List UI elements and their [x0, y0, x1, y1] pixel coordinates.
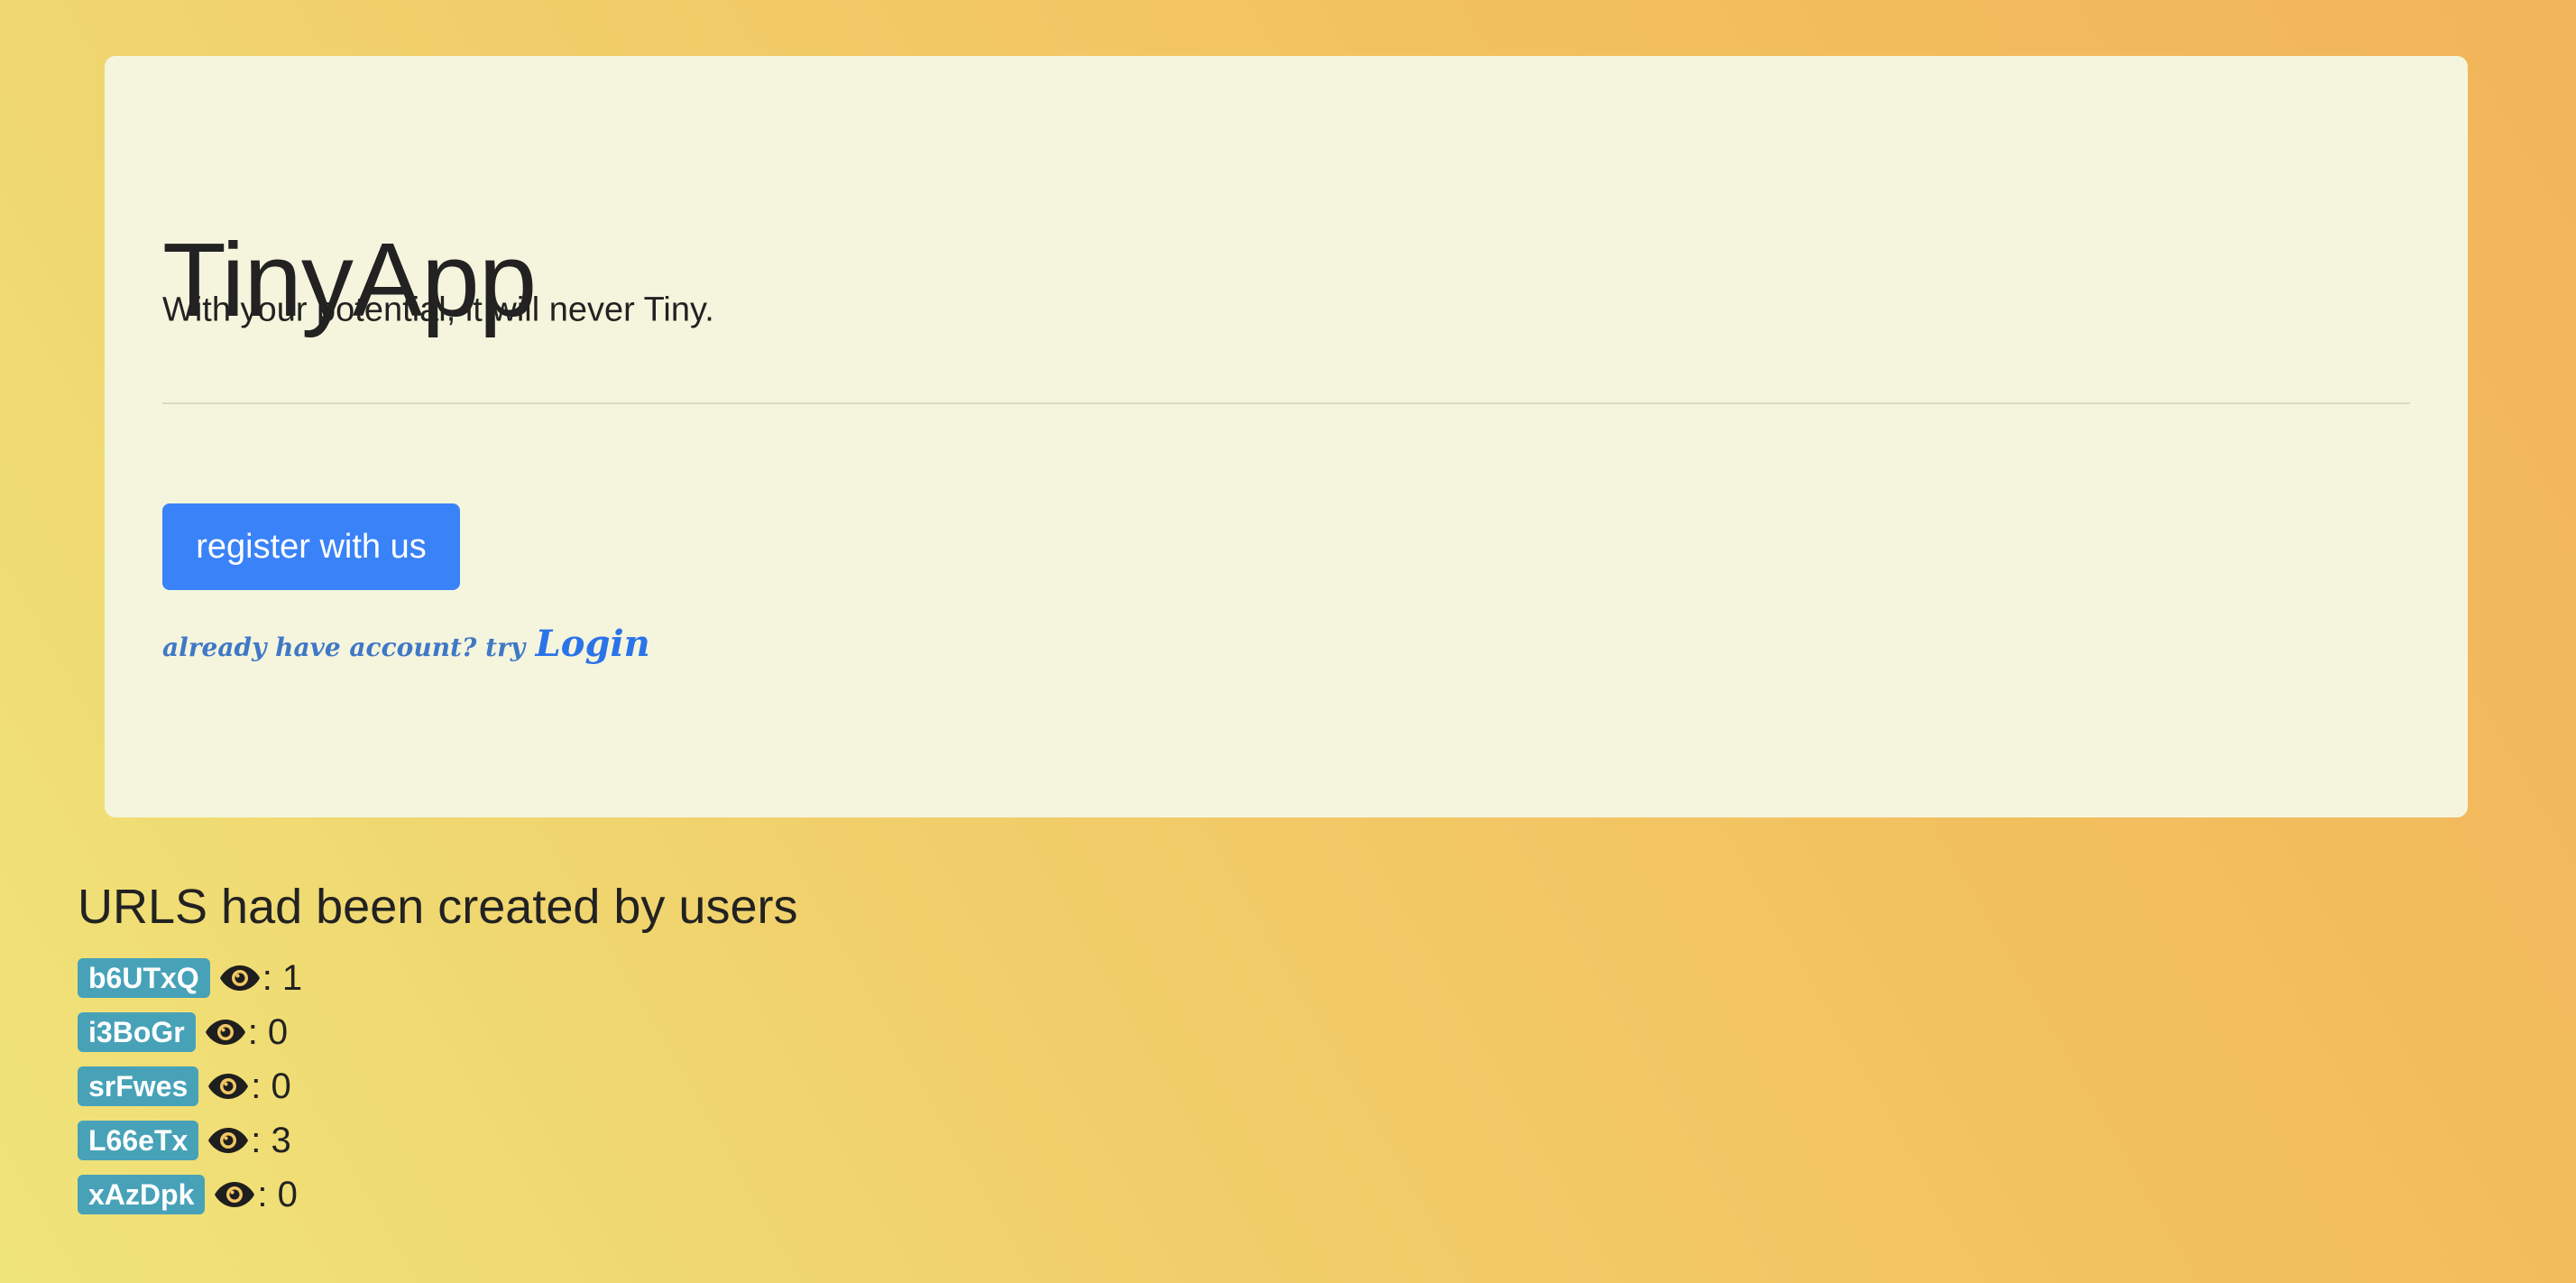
url-badge[interactable]: srFwes: [78, 1066, 199, 1106]
list-item: L66eTx : 3: [78, 1113, 797, 1168]
login-hint-text: already have account? try: [162, 632, 526, 662]
list-item: xAzDpk : 0: [78, 1168, 797, 1222]
divider: [162, 402, 2410, 404]
url-list: b6UTxQ : 1 i3BoGr : 0 srFwes : 0 L66eTx: [78, 951, 797, 1222]
eye-icon: [214, 1180, 255, 1209]
url-badge[interactable]: xAzDpk: [78, 1175, 206, 1214]
login-link[interactable]: Login: [536, 623, 650, 665]
login-prompt: already have account? try Login: [162, 623, 650, 665]
eye-icon: [207, 1126, 249, 1155]
hero-panel: TinyApp With your potential, it will nev…: [105, 56, 2468, 817]
list-item: b6UTxQ : 1: [78, 951, 797, 1005]
view-count: : 1: [262, 957, 303, 998]
view-count: : 3: [251, 1120, 291, 1160]
eye-icon: [205, 1018, 246, 1047]
urls-section: URLS had been created by users b6UTxQ : …: [78, 875, 797, 1222]
view-count: : 0: [247, 1011, 289, 1052]
urls-heading: URLS had been created by users: [78, 880, 798, 934]
url-badge[interactable]: i3BoGr: [78, 1012, 196, 1052]
view-count: : 0: [257, 1174, 298, 1214]
eye-icon: [207, 1072, 249, 1101]
view-count: : 0: [251, 1066, 291, 1106]
register-button[interactable]: register with us: [162, 503, 460, 590]
tagline: With your potential, it will never Tiny.: [162, 291, 714, 329]
list-item: srFwes : 0: [78, 1059, 797, 1113]
list-item: i3BoGr : 0: [78, 1005, 797, 1059]
eye-icon: [219, 964, 261, 992]
url-badge[interactable]: b6UTxQ: [78, 958, 210, 998]
url-badge[interactable]: L66eTx: [78, 1121, 199, 1160]
